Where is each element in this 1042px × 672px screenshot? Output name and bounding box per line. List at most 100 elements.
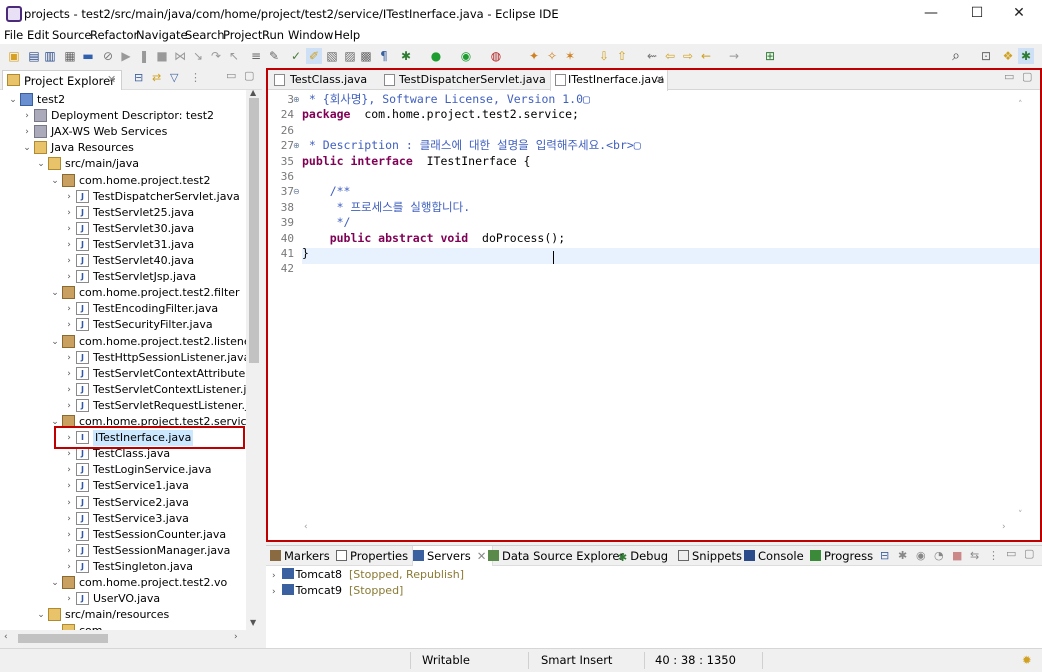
view-menu-icon[interactable]: ⋮ xyxy=(190,71,201,84)
server-row[interactable]: › Tomcat8 [Stopped, Republish] xyxy=(272,567,464,583)
scroll-down-icon[interactable]: ˅ xyxy=(1018,510,1023,520)
suspend-icon[interactable]: ❚ xyxy=(136,48,152,64)
collapse-arrow-icon[interactable]: ⌄ xyxy=(50,623,60,630)
tree-item[interactable]: › JAX-WS Web Services xyxy=(0,124,246,140)
print-icon[interactable]: ▦ xyxy=(62,48,78,64)
tree-item[interactable]: ⌄ com.home.project.test2.vo xyxy=(0,575,246,591)
tree-item[interactable]: › Deployment Descriptor: test2 xyxy=(0,108,246,124)
collapse-arrow-icon[interactable]: ⌄ xyxy=(50,575,60,591)
lightbulb-icon[interactable]: ✹ xyxy=(1022,653,1032,667)
maximize-view-icon[interactable]: ▢ xyxy=(1024,547,1034,560)
collapse-arrow-icon[interactable]: ⌄ xyxy=(8,92,18,108)
forward-arrow-icon[interactable]: → xyxy=(726,48,742,64)
new-java-project-icon[interactable]: ✦ xyxy=(526,48,542,64)
expand-arrow-icon[interactable]: › xyxy=(64,269,74,285)
tree-item[interactable]: ⌄ src/main/resources xyxy=(0,607,246,623)
disconnect-icon[interactable]: ⋈ xyxy=(172,48,188,64)
back-arrow-icon[interactable]: ← xyxy=(698,48,714,64)
tree-item[interactable]: › J TestServlet25.java xyxy=(0,205,246,221)
tab-console[interactable]: Console xyxy=(744,546,804,566)
editor-tab-testdispatcherservlet[interactable]: TestDispatcherServlet.java xyxy=(380,70,548,90)
minimize-button[interactable]: — xyxy=(908,0,954,28)
editor-tab-itestinerface[interactable]: ITestInerface.java ✕ xyxy=(550,70,668,91)
expand-arrow-icon[interactable]: › xyxy=(22,124,32,140)
tree-item[interactable]: › J TestSecurityFilter.java xyxy=(0,317,246,333)
menu-search[interactable]: Search xyxy=(185,28,225,42)
pin-editor-icon[interactable]: ⊞ xyxy=(762,48,778,64)
expand-arrow-icon[interactable]: › xyxy=(64,591,74,607)
expand-arrow-icon[interactable]: › xyxy=(64,317,74,333)
tree-item[interactable]: › J TestSessionCounter.java xyxy=(0,527,246,543)
search-icon[interactable]: ⌕ xyxy=(948,48,964,64)
view-menu-icon[interactable]: ⋮ xyxy=(988,549,999,562)
expand-arrow-icon[interactable]: › xyxy=(64,462,74,478)
tab-properties[interactable]: Properties xyxy=(336,546,408,566)
tree-item[interactable]: › J TestSingleton.java xyxy=(0,559,246,575)
expand-arrow-icon[interactable]: › xyxy=(64,543,74,559)
expand-arrow-icon[interactable]: › xyxy=(22,108,32,124)
terminal-icon[interactable]: ▬ xyxy=(80,48,96,64)
tree-item[interactable]: › J TestServletJsp.java xyxy=(0,269,246,285)
save-icon[interactable]: ▤ xyxy=(26,48,42,64)
use-step-filters-icon[interactable]: ≡ xyxy=(248,48,264,64)
tree-item[interactable]: ›J TestServletContextAttributeListe xyxy=(0,366,246,382)
tree-item[interactable]: ⌄ com.home.project.test2.listener xyxy=(0,334,246,350)
menu-window[interactable]: Window xyxy=(288,28,333,42)
terminate-icon[interactable]: ■ xyxy=(154,48,170,64)
step-return-icon[interactable]: ↖ xyxy=(226,48,242,64)
minimize-view-icon[interactable]: ▭ xyxy=(1006,547,1016,560)
tree-item[interactable]: ⌄ com.home.project.test2 xyxy=(0,173,246,189)
project-explorer-tab[interactable]: Project Explorer ✕ xyxy=(2,70,122,90)
external-tools-icon[interactable]: ◍ xyxy=(488,48,504,64)
expand-arrow-icon[interactable]: › xyxy=(272,571,276,581)
minimize-view-icon[interactable]: ▭ xyxy=(226,69,236,82)
step-over-icon[interactable]: ↷ xyxy=(208,48,224,64)
server-row[interactable]: › Tomcat9 [Stopped] xyxy=(272,583,403,599)
menu-navigate[interactable]: Navigate xyxy=(136,28,188,42)
expand-arrow-icon[interactable]: › xyxy=(64,350,74,366)
maximize-button[interactable]: ☐ xyxy=(954,0,1000,28)
expand-arrow-icon[interactable]: › xyxy=(64,253,74,269)
coverage-icon[interactable]: ◉ xyxy=(458,48,474,64)
new-package-icon[interactable]: ✧ xyxy=(544,48,560,64)
close-button[interactable]: ✕ xyxy=(996,0,1042,28)
new-class-icon[interactable]: ✶ xyxy=(562,48,578,64)
tree-item[interactable]: ⌄ test2 xyxy=(0,92,246,108)
toggle-mark-occurrences-icon[interactable]: ✎ xyxy=(266,48,282,64)
expand-arrow-icon[interactable]: › xyxy=(64,301,74,317)
menu-source[interactable]: Source xyxy=(52,28,92,42)
maximize-editor-icon[interactable]: ▢ xyxy=(1022,70,1032,83)
back-icon[interactable]: ⇦ xyxy=(662,48,678,64)
tree-item[interactable]: › J TestDispatcherServlet.java xyxy=(0,189,246,205)
tab-markers[interactable]: Markers xyxy=(270,546,330,566)
horizontal-scrollbar[interactable]: ‹ › xyxy=(0,630,262,648)
menu-edit[interactable]: Edit xyxy=(27,28,49,42)
previous-annotation-icon[interactable]: ⇧ xyxy=(614,48,630,64)
highlight-icon[interactable]: ✐ xyxy=(306,48,322,64)
profile-server-icon[interactable]: ◔ xyxy=(934,549,944,562)
menu-file[interactable]: File xyxy=(4,28,23,42)
pilcrow-icon[interactable]: ¶ xyxy=(376,48,392,64)
tree-item[interactable]: › J TestServlet31.java xyxy=(0,237,246,253)
tree-item[interactable]: ›J TestServletRequestListener.java xyxy=(0,398,246,414)
run-icon[interactable]: ● xyxy=(428,48,444,64)
filter-icon[interactable]: ▽ xyxy=(170,71,178,84)
next-annotation-icon[interactable]: ⇩ xyxy=(596,48,612,64)
fold-expand-icon[interactable]: ⊕ xyxy=(293,138,301,153)
last-edit-location-icon[interactable]: ⇜ xyxy=(644,48,660,64)
forward-history-icon[interactable]: ⇨ xyxy=(680,48,696,64)
new-icon[interactable]: ▣ xyxy=(6,48,22,64)
debug-perspective-icon[interactable]: ✱ xyxy=(1018,48,1034,64)
save-all-icon[interactable]: ▥ xyxy=(42,48,58,64)
scrollbar-thumb[interactable] xyxy=(18,634,108,643)
tree-item[interactable]: › J TestHttpSessionListener.java xyxy=(0,350,246,366)
block-selection-icon[interactable]: ▧ xyxy=(324,48,340,64)
collapse-arrow-icon[interactable]: ⌄ xyxy=(36,607,46,623)
tree-item[interactable]: › J TestService1.java xyxy=(0,478,246,494)
publish-icon[interactable]: ⇆ xyxy=(970,549,979,562)
tree-item[interactable]: › J UserVO.java xyxy=(0,591,246,607)
tree-item[interactable]: › J TestServlet30.java xyxy=(0,221,246,237)
tab-data-source-explorer[interactable]: Data Source Explorer xyxy=(488,546,624,566)
scroll-down-icon[interactable]: ▼ xyxy=(250,618,256,627)
expand-arrow-icon[interactable]: › xyxy=(64,237,74,253)
